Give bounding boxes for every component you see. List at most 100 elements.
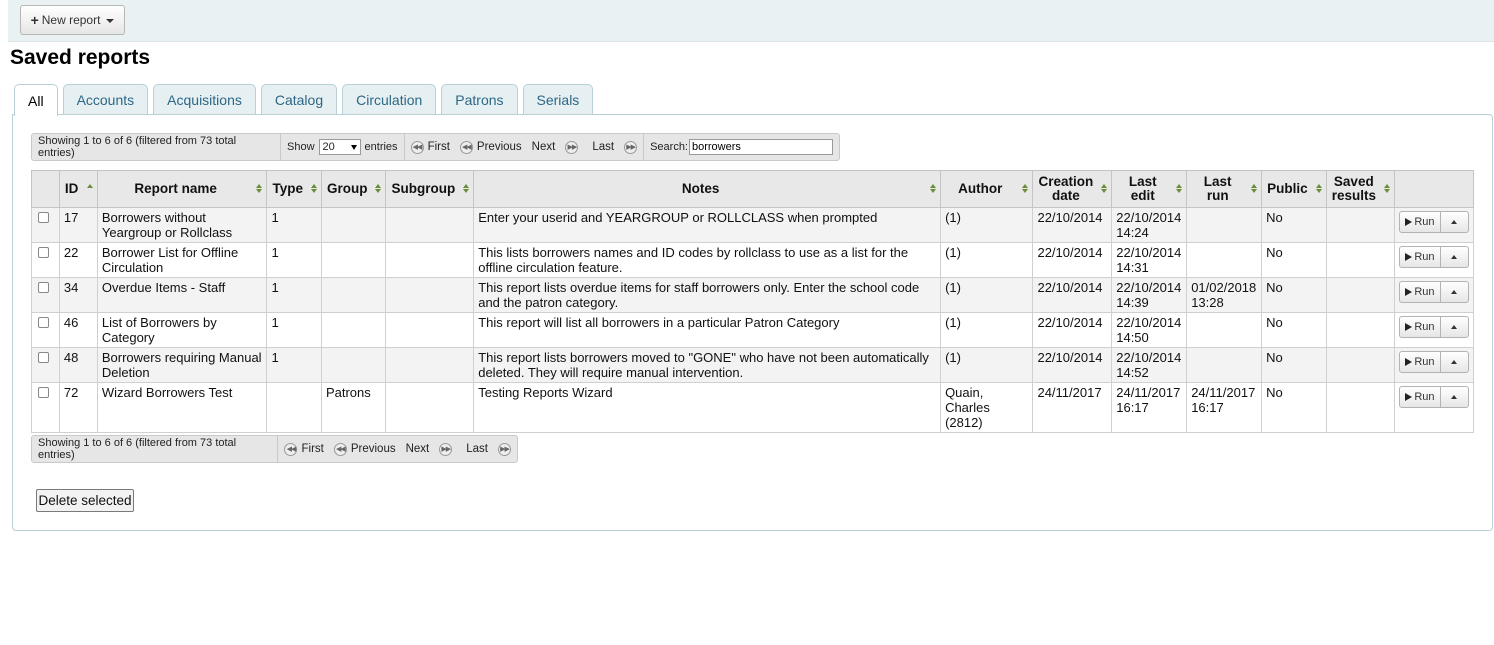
run-button-group: Run <box>1398 281 1469 303</box>
run-options-dropdown-button[interactable] <box>1440 386 1469 408</box>
new-report-label: New report <box>41 13 101 27</box>
column-header-author[interactable]: Author <box>940 170 1034 208</box>
tab-accounts[interactable]: Accounts <box>62 84 149 115</box>
cell-creation-date: 24/11/2017 <box>1032 382 1113 433</box>
page-length-select[interactable]: 20 <box>318 139 361 155</box>
reports-table: ID Report name Type Group Subgroup Notes… <box>31 170 1475 433</box>
sort-icon <box>1176 184 1183 193</box>
tab-patrons[interactable]: Patrons <box>441 84 518 115</box>
cell-last-run <box>1186 207 1263 243</box>
cell-saved-results <box>1325 277 1395 313</box>
next-page-link[interactable]: Next <box>406 443 430 455</box>
run-button-group: Run <box>1398 351 1469 373</box>
column-header-id[interactable]: ID <box>58 170 98 208</box>
column-header-saved-results[interactable]: Saved results <box>1325 170 1395 208</box>
cell-type <box>266 382 322 433</box>
cell-actions: Run <box>1393 312 1475 348</box>
cell-subgroup <box>385 312 475 348</box>
run-label: Run <box>1414 251 1435 263</box>
cell-select <box>31 207 60 243</box>
tab-serials[interactable]: Serials <box>522 84 594 115</box>
first-page-link[interactable]: First <box>428 141 450 153</box>
row-select-checkbox[interactable] <box>38 247 49 258</box>
last-page-link[interactable]: Last <box>592 141 614 153</box>
run-options-dropdown-button[interactable] <box>1440 246 1469 268</box>
table-header-row: ID Report name Type Group Subgroup Notes… <box>31 170 1475 208</box>
sort-icon <box>256 184 263 193</box>
column-header-type[interactable]: Type <box>266 170 322 208</box>
previous-page-link[interactable]: Previous <box>477 141 522 153</box>
sort-icon <box>375 184 382 193</box>
run-options-dropdown-button[interactable] <box>1440 211 1469 233</box>
cell-group <box>320 242 387 278</box>
tab-acquisitions[interactable]: Acquisitions <box>153 84 256 115</box>
play-icon <box>1405 253 1413 261</box>
sort-icon <box>1383 184 1390 193</box>
tab-all[interactable]: All <box>14 84 58 116</box>
cell-last-edit: 24/11/2017 16:17 <box>1111 382 1188 433</box>
new-report-button[interactable]: + New report <box>20 5 125 35</box>
column-header-last-edit[interactable]: Last edit <box>1111 170 1188 208</box>
caret-up-icon <box>1451 255 1458 259</box>
last-page-icon: ▶▶ <box>498 442 511 456</box>
cell-subgroup <box>385 242 475 278</box>
cell-saved-results <box>1325 347 1395 383</box>
column-header-creation-date[interactable]: Creation date <box>1032 170 1113 208</box>
column-header-group[interactable]: Group <box>320 170 387 208</box>
cell-report-name: Overdue Items - Staff <box>96 277 268 313</box>
run-report-button[interactable]: Run <box>1398 246 1441 268</box>
cell-last-edit: 22/10/2014 14:31 <box>1111 242 1188 278</box>
previous-page-link[interactable]: Previous <box>351 443 396 455</box>
row-select-checkbox[interactable] <box>38 352 49 363</box>
run-options-dropdown-button[interactable] <box>1440 351 1469 373</box>
run-button-group: Run <box>1398 316 1469 338</box>
caret-up-icon <box>1451 325 1458 329</box>
run-report-button[interactable]: Run <box>1398 281 1441 303</box>
column-header-report-name[interactable]: Report name <box>96 170 268 208</box>
cell-notes: This report lists overdue items for staf… <box>473 277 942 313</box>
column-header-subgroup[interactable]: Subgroup <box>385 170 475 208</box>
cell-select <box>31 312 60 348</box>
run-options-dropdown-button[interactable] <box>1440 316 1469 338</box>
cell-subgroup <box>385 347 475 383</box>
cell-author: (1) <box>940 242 1034 278</box>
row-select-checkbox[interactable] <box>38 212 49 223</box>
cell-type: 1 <box>266 277 322 313</box>
caret-up-icon <box>1451 220 1458 224</box>
cell-report-name: List of Borrowers by Category <box>96 312 268 348</box>
run-report-button[interactable]: Run <box>1398 211 1441 233</box>
caret-up-icon <box>1451 395 1458 399</box>
run-report-button[interactable]: Run <box>1398 386 1441 408</box>
row-select-checkbox[interactable] <box>38 317 49 328</box>
search-input[interactable] <box>689 139 833 155</box>
entries-label: entries <box>364 141 398 153</box>
row-select-checkbox[interactable] <box>38 387 49 398</box>
column-header-notes[interactable]: Notes <box>473 170 942 208</box>
delete-selected-button[interactable]: Delete selected <box>36 489 134 512</box>
cell-author: (1) <box>940 207 1034 243</box>
cell-creation-date: 22/10/2014 <box>1032 347 1113 383</box>
previous-page-icon: ◀◀ <box>459 140 473 154</box>
sort-icon <box>1022 184 1029 193</box>
row-select-checkbox[interactable] <box>38 282 49 293</box>
tab-catalog[interactable]: Catalog <box>260 84 338 115</box>
cell-public: No <box>1261 242 1327 278</box>
run-report-button[interactable]: Run <box>1398 316 1441 338</box>
last-page-link[interactable]: Last <box>466 443 488 455</box>
table-row: 48 Borrowers requiring Manual Deletion 1 Th… <box>31 347 1475 383</box>
next-page-link[interactable]: Next <box>532 141 556 153</box>
table-info: Showing 1 to 6 of 6 (filtered from 73 to… <box>32 134 281 160</box>
cell-type: 1 <box>266 207 322 243</box>
first-page-link[interactable]: First <box>301 443 323 455</box>
next-page-icon: ▶▶ <box>439 442 453 456</box>
tab-circulation[interactable]: Circulation <box>342 84 437 115</box>
run-report-button[interactable]: Run <box>1398 351 1441 373</box>
column-header-public[interactable]: Public <box>1261 170 1327 208</box>
run-button-group: Run <box>1398 246 1469 268</box>
run-button-group: Run <box>1398 211 1469 233</box>
column-header-last-run[interactable]: Last run <box>1186 170 1263 208</box>
table-row: 22 Borrower List for Offline Circulation 1… <box>31 242 1475 278</box>
cell-group <box>320 277 387 313</box>
run-options-dropdown-button[interactable] <box>1440 281 1469 303</box>
cell-last-edit: 22/10/2014 14:52 <box>1111 347 1188 383</box>
